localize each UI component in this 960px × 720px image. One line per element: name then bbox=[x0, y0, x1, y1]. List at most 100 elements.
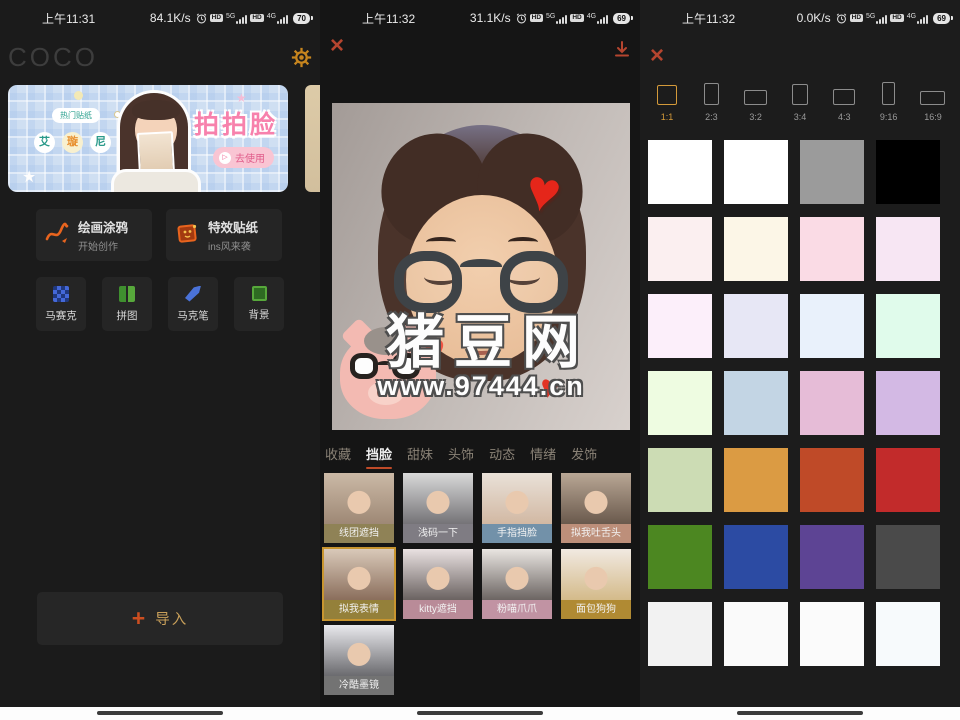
color-swatch[interactable] bbox=[800, 294, 864, 358]
tab-甜妹[interactable]: 甜妹 bbox=[407, 444, 433, 469]
tool-card-subtitle: 开始创作 bbox=[78, 238, 128, 253]
color-swatch[interactable] bbox=[876, 140, 940, 204]
ratio-3:4[interactable]: 3:4 bbox=[779, 82, 821, 122]
mini-tool-card[interactable]: 马克笔 bbox=[168, 277, 218, 331]
home-indicator[interactable] bbox=[737, 711, 863, 715]
hd-icon: HD bbox=[250, 14, 263, 23]
color-swatch[interactable] bbox=[724, 602, 788, 666]
ratio-1:1[interactable]: 1:1 bbox=[646, 82, 688, 122]
ratio-label: 1:1 bbox=[661, 112, 674, 122]
color-swatch[interactable] bbox=[800, 217, 864, 281]
color-swatch[interactable] bbox=[724, 371, 788, 435]
collage-icon bbox=[119, 286, 135, 302]
ratio-label: 3:4 bbox=[794, 112, 807, 122]
tab-发饰[interactable]: 发饰 bbox=[571, 444, 597, 469]
color-swatch[interactable] bbox=[876, 217, 940, 281]
sticker-item[interactable]: 浅码一下 bbox=[403, 473, 473, 543]
ratio-label: 16:9 bbox=[924, 112, 942, 122]
tab-头饰[interactable]: 头饰 bbox=[448, 444, 474, 469]
color-swatch[interactable] bbox=[724, 448, 788, 512]
plus-icon: + bbox=[132, 607, 145, 630]
color-swatch[interactable] bbox=[876, 294, 940, 358]
tab-挡脸[interactable]: 挡脸 bbox=[366, 444, 392, 469]
sticker-item[interactable]: 粉喵爪爪 bbox=[482, 549, 552, 619]
color-swatch[interactable] bbox=[648, 217, 712, 281]
color-swatch[interactable] bbox=[648, 602, 712, 666]
ratio-9:16[interactable]: 9:16 bbox=[868, 82, 910, 122]
sticker-item[interactable]: 拟我吐舌头 bbox=[561, 473, 631, 543]
color-swatch[interactable] bbox=[876, 602, 940, 666]
mini-tool-card[interactable]: 拼图 bbox=[102, 277, 152, 331]
signal-5g-icon: 5G bbox=[226, 13, 247, 24]
home-indicator[interactable] bbox=[97, 711, 223, 715]
status-bar: 上午11:32 31.1K/s HD 5G HD 4G 69 bbox=[320, 0, 640, 30]
ratio-3:2[interactable]: 3:2 bbox=[735, 82, 777, 122]
sticker-item[interactable]: 线团遮挡 bbox=[324, 473, 394, 543]
settings-gear-icon[interactable] bbox=[291, 47, 312, 68]
color-swatch[interactable] bbox=[800, 371, 864, 435]
photo-canvas[interactable]: ♥ ♥ ♥ 猪豆网 www.97444.cn bbox=[332, 103, 630, 430]
color-swatch[interactable] bbox=[724, 294, 788, 358]
color-swatch[interactable] bbox=[648, 525, 712, 589]
color-swatch[interactable] bbox=[876, 525, 940, 589]
tool-card[interactable]: 特效贴纸 ins风来袭 bbox=[166, 209, 282, 261]
tool-cards-row: 绘画涂鸦 开始创作 特效贴纸 ins风来袭 bbox=[36, 209, 284, 261]
avatar-brow bbox=[508, 237, 538, 247]
color-swatch[interactable] bbox=[800, 140, 864, 204]
color-swatch[interactable] bbox=[724, 217, 788, 281]
alarm-clock-icon bbox=[196, 13, 207, 24]
sticker-item[interactable]: 手指挡脸 bbox=[482, 473, 552, 543]
close-icon[interactable]: × bbox=[650, 44, 664, 68]
ratio-label: 3:2 bbox=[749, 112, 762, 122]
ratio-shape-icon bbox=[920, 91, 945, 105]
ratio-shape-icon bbox=[657, 85, 677, 105]
sticker-caption: 浅码一下 bbox=[403, 524, 473, 543]
next-banner-peek[interactable] bbox=[305, 85, 320, 192]
import-button[interactable]: + 导入 bbox=[37, 592, 283, 645]
mini-tool-card[interactable]: 背景 bbox=[234, 277, 284, 331]
sticker-caption: 冷酷墨镜 bbox=[324, 676, 394, 695]
status-icons: HD 5G HD 4G 69 bbox=[516, 13, 630, 24]
alarm-clock-icon bbox=[516, 13, 527, 24]
home-indicator[interactable] bbox=[417, 711, 543, 715]
sticker-category-tabs: 收藏挡脸甜妹头饰动态情绪发饰 bbox=[325, 444, 597, 469]
sticker-item[interactable]: 面包狗狗 bbox=[561, 549, 631, 619]
mini-tool-card[interactable]: 马赛克 bbox=[36, 277, 86, 331]
promo-banner[interactable]: ★ ★ ★ 热门贴纸 艾璇尼丝 拍拍脸 ▷ 去使用 bbox=[8, 85, 288, 192]
color-swatch[interactable] bbox=[800, 602, 864, 666]
app-logo: COCO bbox=[8, 42, 98, 73]
tab-收藏[interactable]: 收藏 bbox=[325, 444, 351, 469]
color-swatch[interactable] bbox=[876, 371, 940, 435]
color-swatch[interactable] bbox=[724, 140, 788, 204]
ratio-2:3[interactable]: 2:3 bbox=[690, 82, 732, 122]
hd-icon: HD bbox=[530, 14, 543, 23]
color-swatch[interactable] bbox=[648, 448, 712, 512]
color-swatch[interactable] bbox=[800, 448, 864, 512]
banner-char: 璇 bbox=[62, 132, 83, 153]
ratio-16:9[interactable]: 16:9 bbox=[912, 82, 954, 122]
banner-girl-photo bbox=[108, 90, 204, 192]
sticker-item[interactable]: 冷酷墨镜 bbox=[324, 625, 394, 695]
ratio-4:3[interactable]: 4:3 bbox=[823, 82, 865, 122]
sticker-item[interactable]: 拟我表情 bbox=[324, 549, 394, 619]
color-swatch[interactable] bbox=[800, 525, 864, 589]
color-swatch-transparent[interactable] bbox=[648, 140, 712, 204]
color-swatch[interactable] bbox=[648, 294, 712, 358]
color-swatch[interactable] bbox=[724, 525, 788, 589]
tab-情绪[interactable]: 情绪 bbox=[530, 444, 556, 469]
close-icon[interactable]: × bbox=[330, 34, 344, 58]
tool-card[interactable]: 绘画涂鸦 开始创作 bbox=[36, 209, 152, 261]
sticker-caption: 拟我吐舌头 bbox=[561, 524, 631, 543]
download-icon[interactable] bbox=[613, 40, 631, 63]
color-swatch-grid bbox=[648, 140, 940, 666]
sticker-item[interactable]: kitty遮挡 bbox=[403, 549, 473, 619]
battery-icon: 70 bbox=[293, 13, 310, 24]
hd-icon: HD bbox=[210, 14, 223, 23]
tab-动态[interactable]: 动态 bbox=[489, 444, 515, 469]
tool-card-title: 绘画涂鸦 bbox=[78, 217, 128, 236]
color-swatch[interactable] bbox=[876, 448, 940, 512]
ratio-shape-icon bbox=[792, 84, 808, 105]
banner-cta-button[interactable]: ▷ 去使用 bbox=[213, 147, 274, 168]
color-swatch[interactable] bbox=[648, 371, 712, 435]
signal-5g-icon: 5G bbox=[866, 13, 887, 24]
